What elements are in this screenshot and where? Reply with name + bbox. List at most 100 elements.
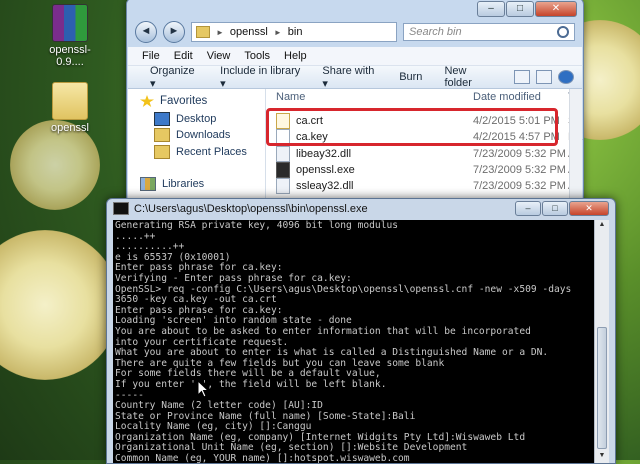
address-part[interactable]: bin [288, 26, 303, 38]
menu-edit[interactable]: Edit [174, 50, 193, 62]
new-folder-button[interactable]: New folder [444, 65, 492, 89]
mouse-cursor-icon [197, 380, 209, 398]
file-date: 7/23/2009 5:32 PM [473, 164, 566, 176]
console-line: What you are about to enter is what is c… [115, 347, 549, 359]
search-icon [557, 26, 569, 38]
address-bar[interactable]: ► openssl ► bin [191, 22, 397, 42]
console-line: If you enter '.', the field will be left… [115, 378, 387, 390]
view-options-icon[interactable] [514, 70, 531, 84]
console-line: Locality Name (eg, city) []:Canggu [115, 421, 312, 433]
console-line: Verifying - Enter pass phrase for ca.key… [115, 272, 352, 284]
address-part[interactable]: openssl [230, 26, 268, 38]
file-date: 7/23/2009 5:32 PM [473, 148, 566, 160]
command-bar: Organize ▾ Include in library ▾ Share wi… [128, 65, 582, 90]
file-row-libeay32[interactable]: libeay32.dll 7/23/2009 5:32 PM Ap [276, 146, 582, 162]
file-name: libeay32.dll [296, 148, 352, 160]
folder-icon [52, 82, 88, 120]
console-line: Enter pass phrase for ca.key: [115, 262, 283, 274]
close-button[interactable]: ✕ [535, 1, 577, 17]
address-row: ◄ ► ► openssl ► bin Search bin [135, 21, 575, 43]
file-row-ssleay32[interactable]: ssleay32.dll 7/23/2009 5:32 PM Ap [276, 178, 582, 194]
menu-bar: File Edit View Tools Help [128, 47, 582, 66]
exe-file-icon [276, 162, 290, 178]
menu-file[interactable]: File [142, 50, 160, 62]
view-controls [514, 70, 582, 84]
nav-recent-places[interactable]: Recent Places [154, 145, 247, 159]
share-with-button[interactable]: Share with ▾ [322, 65, 377, 90]
menu-view[interactable]: View [207, 50, 231, 62]
scroll-down-icon[interactable]: ▼ [597, 452, 607, 462]
dll-file-icon [276, 146, 290, 162]
scroll-thumb[interactable] [597, 327, 607, 449]
console-output[interactable]: Generating RSA private key, 4096 bit lon… [113, 220, 609, 463]
forward-button[interactable]: ► [163, 21, 185, 43]
console-text: Generating RSA private key, 4096 bit lon… [115, 220, 593, 463]
console-scrollbar[interactable]: ▲ ▼ [594, 220, 609, 463]
file-name: openssl.exe [296, 164, 355, 176]
nav-desktop[interactable]: Desktop [154, 112, 216, 126]
file-date: 7/23/2009 5:32 PM [473, 180, 566, 192]
search-placeholder: Search bin [409, 26, 462, 38]
minimize-button[interactable]: – [515, 201, 541, 216]
organize-button[interactable]: Organize ▾ [150, 65, 198, 90]
console-line: Organization Name (eg, company) [Interne… [115, 431, 526, 443]
search-input[interactable]: Search bin [403, 23, 575, 41]
console-line: Country Name (2 letter code) [AU]:ID [115, 400, 323, 412]
folder-icon [196, 26, 210, 38]
preview-pane-icon[interactable] [536, 70, 553, 84]
nav-label: Desktop [176, 113, 217, 125]
maximize-button[interactable]: □ [542, 201, 568, 216]
minimize-button[interactable]: – [477, 1, 505, 17]
console-line: 3650 -key ca.key -out ca.crt [115, 294, 277, 306]
console-title: C:\Users\agus\Desktop\openssl\bin\openss… [134, 202, 368, 215]
libraries-icon [140, 177, 156, 191]
file-list-scrollbar[interactable] [569, 89, 582, 211]
desktop-icon [154, 112, 170, 126]
console-line: Organizational Unit Name (eg, section) [… [115, 442, 468, 454]
column-header-date[interactable]: Date modified [473, 91, 541, 103]
console-line: into your certificate request. [115, 336, 289, 348]
close-button[interactable]: ✕ [569, 201, 609, 216]
nav-libraries[interactable]: Libraries [140, 177, 204, 191]
burn-button[interactable]: Burn [399, 71, 422, 83]
desktop-icon-label: openssl [51, 122, 89, 134]
explorer-window-controls: – □ ✕ [477, 1, 577, 17]
file-row-openssl-exe[interactable]: openssl.exe 7/23/2009 5:32 PM Ap [276, 162, 582, 178]
nav-favorites[interactable]: Favorites [140, 95, 207, 107]
nav-label: Favorites [160, 95, 208, 107]
console-window-controls: – □ ✕ [515, 201, 609, 216]
nav-downloads[interactable]: Downloads [154, 128, 230, 142]
dll-file-icon [276, 178, 290, 194]
scroll-up-icon[interactable]: ▲ [597, 221, 607, 231]
menu-tools[interactable]: Tools [244, 50, 270, 62]
column-header-name[interactable]: Name [276, 91, 305, 103]
console-line: Enter pass phrase for ca.key: [115, 304, 283, 316]
back-button[interactable]: ◄ [135, 21, 157, 43]
explorer-window: – □ ✕ ◄ ► ► openssl ► bin Search bin Fil… [126, 0, 584, 212]
console-line: ..........++ [115, 241, 185, 253]
include-in-library-button[interactable]: Include in library ▾ [220, 65, 300, 90]
address-separator: ► [216, 27, 224, 37]
help-icon[interactable] [558, 70, 575, 84]
console-line: You are about to be asked to enter infor… [115, 325, 531, 337]
desktop-icon-openssl-folder[interactable]: openssl [38, 82, 102, 134]
menu-help[interactable]: Help [284, 50, 307, 62]
highlight-box [266, 108, 558, 146]
file-name: ssleay32.dll [296, 180, 354, 192]
console-line: OpenSSL> req -config C:\Users\agus\Deskt… [115, 283, 572, 295]
navigation-pane: Favorites Desktop Downloads Recent Place… [128, 89, 266, 211]
console-line: ----- [115, 389, 144, 401]
console-line: Loading 'screen' into random state - don… [115, 315, 352, 327]
console-line: There are quite a few fields but you can… [115, 357, 445, 369]
winrar-archive-icon [52, 4, 88, 42]
downloads-icon [154, 128, 170, 142]
console-line: e is 65537 (0x10001) [115, 251, 231, 263]
console-line: .....++ [115, 230, 156, 242]
desktop-icon-label: openssl-0.9.... [49, 44, 91, 68]
console-icon [113, 202, 129, 215]
wallpaper-flower [0, 230, 120, 380]
desktop-icon-openssl-archive[interactable]: openssl-0.9.... [38, 4, 102, 68]
nav-label: Downloads [176, 129, 231, 141]
maximize-button[interactable]: □ [506, 1, 534, 17]
console-line: State or Province Name (full name) [Some… [115, 410, 416, 422]
